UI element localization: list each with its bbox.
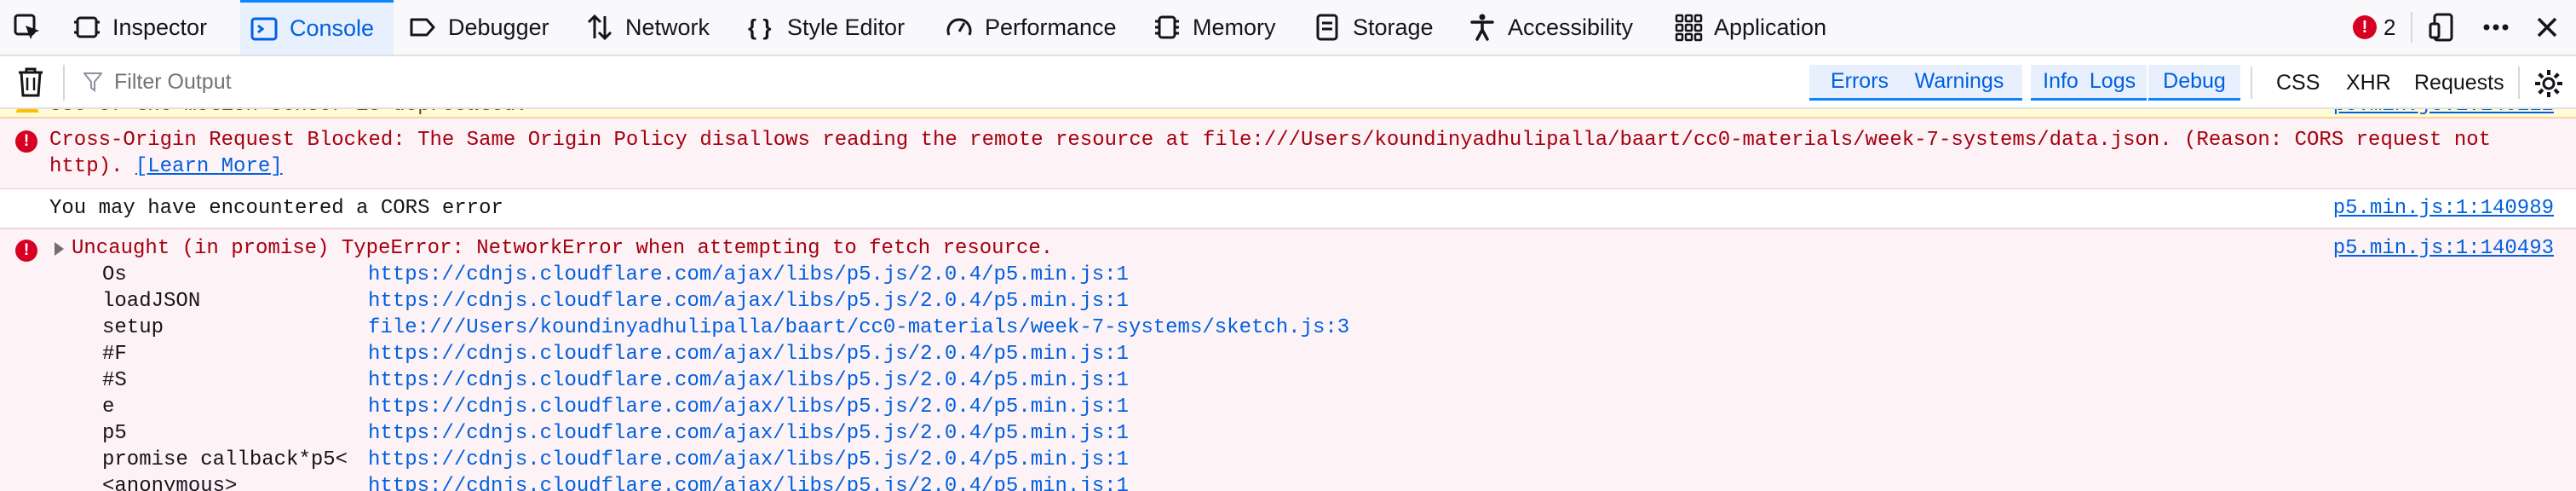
tab-label: Inspector <box>112 14 208 40</box>
tab-debugger[interactable]: Debugger <box>407 0 569 55</box>
performance-icon <box>944 12 975 43</box>
error-count: 2 <box>2383 14 2396 40</box>
tab-label: Debugger <box>448 14 549 40</box>
tab-performance[interactable]: Performance <box>944 0 1140 55</box>
stack-frame-location[interactable]: https://cdnjs.cloudflare.com/ajax/libs/p… <box>368 420 1129 447</box>
clear-console-icon[interactable] <box>15 66 46 98</box>
element-picker-icon[interactable] <box>12 12 43 43</box>
error-icon: ! <box>15 130 37 153</box>
stack-frame-location[interactable]: https://cdnjs.cloudflare.com/ajax/libs/p… <box>368 341 1129 367</box>
svg-text:{ }: { } <box>748 14 771 40</box>
stack-frame-function: loadJSON <box>102 290 201 313</box>
console-output: Use of the motion sensor is deprecated. … <box>0 109 2576 491</box>
filter-logs-button[interactable]: Logs <box>2079 65 2147 101</box>
stack-frame-function: e <box>102 396 115 419</box>
devtools-toolbar: Inspector Console Debugger Network { } S… <box>0 0 2576 56</box>
filter-divider <box>63 65 65 101</box>
toolbar-divider <box>2411 12 2412 43</box>
stack-frame-function: setup <box>102 316 164 339</box>
error-icon: ! <box>2353 15 2377 39</box>
tab-label: Style Editor <box>787 14 906 40</box>
accessibility-icon <box>1467 12 1498 43</box>
message-location-link[interactable]: p5.min.js:1:140493 <box>2333 235 2554 262</box>
stack-frame-function: <anonymous> <box>102 475 238 491</box>
stack-frame-location[interactable]: https://cdnjs.cloudflare.com/ajax/libs/p… <box>368 367 1129 394</box>
error-icon: ! <box>15 240 37 262</box>
tab-label: Memory <box>1193 14 1276 40</box>
message-text: Cross-Origin Request Blocked: The Same O… <box>49 129 2492 152</box>
filter-requests-button[interactable]: Requests <box>2414 65 2504 101</box>
console-message-warning: Use of the motion sensor is deprecated. … <box>0 109 2576 118</box>
filter-output-input[interactable] <box>82 63 900 101</box>
filter-css-button[interactable]: CSS <box>2276 65 2320 101</box>
warning-icon <box>15 109 39 113</box>
stack-frame-function: #F <box>102 343 127 366</box>
tab-label: Network <box>625 14 710 40</box>
tab-application[interactable]: Application <box>1673 0 1869 55</box>
console-icon <box>249 14 279 44</box>
stack-frame-function: promise callback*p5< <box>102 448 348 471</box>
tab-label: Console <box>290 15 375 41</box>
network-icon <box>584 12 615 43</box>
tab-label: Storage <box>1353 14 1434 40</box>
filter-warnings-button[interactable]: Warnings <box>1896 65 2022 101</box>
gear-icon[interactable] <box>2533 68 2564 99</box>
stack-frame-location[interactable]: file:///Users/koundinyadhulipalla/baart/… <box>368 315 1349 341</box>
console-message-log: You may have encountered a CORS error p5… <box>0 189 2576 228</box>
filter-divider <box>2518 66 2520 99</box>
message-text: You may have encountered a CORS error <box>49 197 503 220</box>
filter-xhr-button[interactable]: XHR <box>2346 65 2391 101</box>
stack-frame-function: p5 <box>102 422 127 445</box>
responsive-design-icon[interactable] <box>2428 12 2458 43</box>
tab-label: Accessibility <box>1508 14 1634 40</box>
expand-triangle-icon[interactable] <box>55 242 64 256</box>
stack-frame-location[interactable]: https://cdnjs.cloudflare.com/ajax/libs/p… <box>368 447 1129 473</box>
stack-frame-location[interactable]: https://cdnjs.cloudflare.com/ajax/libs/p… <box>368 262 1129 288</box>
tab-memory[interactable]: Memory <box>1152 0 1314 55</box>
tab-label: Application <box>1714 14 1827 40</box>
tab-style-editor[interactable]: { } Style Editor <box>746 0 934 55</box>
tab-storage[interactable]: Storage <box>1312 0 1465 55</box>
tab-label: Performance <box>985 14 1117 40</box>
learn-more-link[interactable]: [Learn More] <box>135 155 283 178</box>
tab-network[interactable]: Network <box>584 0 729 55</box>
console-filter-bar: Errors Warnings Info Logs Debug CSS XHR … <box>0 56 2576 109</box>
application-icon <box>1673 12 1704 43</box>
console-message-error: ! Cross-Origin Request Blocked: The Same… <box>0 118 2576 189</box>
console-message-error: ! Uncaught (in promise) TypeError: Netwo… <box>0 228 2576 491</box>
message-location-link[interactable]: p5.min.js:1:140989 <box>2333 195 2554 222</box>
stack-frame-function: Os <box>102 263 127 286</box>
inspector-icon <box>72 12 102 43</box>
message-text-continued: http). [Learn More] <box>49 155 283 178</box>
memory-icon <box>1152 12 1182 43</box>
error-count-badge[interactable]: ! 2 <box>2353 12 2395 43</box>
tab-inspector[interactable]: Inspector <box>72 0 233 55</box>
debugger-icon <box>407 12 438 43</box>
filter-errors-button[interactable]: Errors <box>1809 65 1910 101</box>
tab-accessibility[interactable]: Accessibility <box>1467 0 1663 55</box>
stack-frame-location[interactable]: https://cdnjs.cloudflare.com/ajax/libs/p… <box>368 288 1129 315</box>
stack-frame-location[interactable]: https://cdnjs.cloudflare.com/ajax/libs/p… <box>368 473 1129 491</box>
filter-divider <box>2251 66 2252 99</box>
more-options-icon[interactable] <box>2481 12 2511 43</box>
style-editor-icon: { } <box>746 12 777 43</box>
filter-debug-button[interactable]: Debug <box>2148 65 2240 101</box>
close-icon[interactable] <box>2532 12 2562 43</box>
message-text: Uncaught (in promise) TypeError: Network… <box>72 237 1054 260</box>
storage-icon <box>1312 12 1343 43</box>
stack-frame-location[interactable]: https://cdnjs.cloudflare.com/ajax/libs/p… <box>368 394 1129 420</box>
stack-frame-function: #S <box>102 369 127 392</box>
tab-console[interactable]: Console <box>240 0 394 55</box>
